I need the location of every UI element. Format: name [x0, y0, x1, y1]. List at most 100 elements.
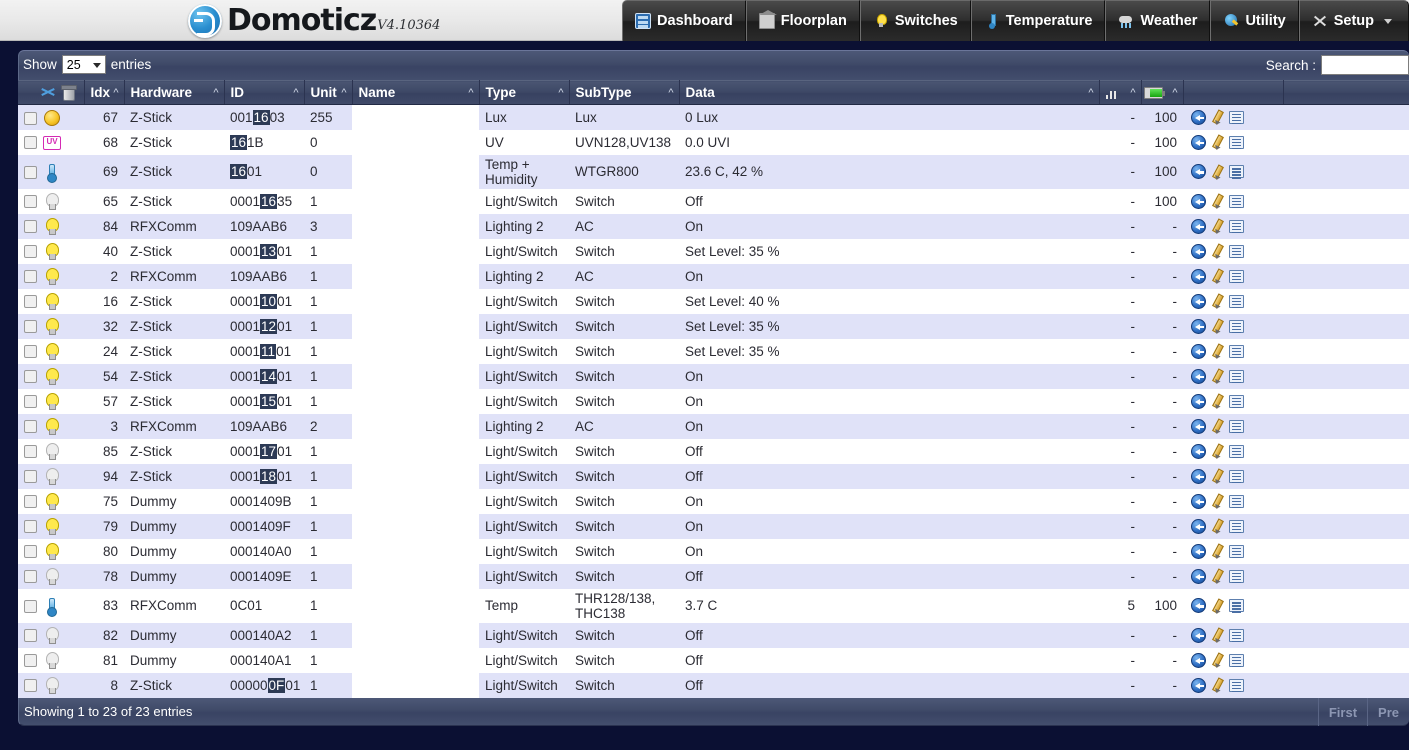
- col-signal[interactable]: ^: [1099, 80, 1142, 105]
- row-checkbox[interactable]: [24, 345, 37, 359]
- trash-icon[interactable]: [60, 85, 77, 102]
- row-checkbox-cell[interactable]: [18, 438, 40, 464]
- row-checkbox[interactable]: [24, 545, 37, 559]
- row-checkbox-cell[interactable]: [18, 363, 40, 389]
- log-list-icon[interactable]: [1229, 294, 1244, 308]
- edit-pencil-icon[interactable]: [1209, 627, 1226, 643]
- log-list-icon[interactable]: [1229, 599, 1244, 612]
- row-checkbox-cell[interactable]: [18, 538, 40, 564]
- nav-floorplan[interactable]: Floorplan: [745, 0, 860, 41]
- back-arrow-icon[interactable]: [1191, 343, 1206, 359]
- row-checkbox-cell[interactable]: [18, 288, 40, 314]
- log-list-icon[interactable]: [1229, 369, 1244, 383]
- nav-setup[interactable]: Setup: [1298, 0, 1409, 41]
- log-list-icon[interactable]: [1229, 269, 1244, 283]
- row-checkbox-cell[interactable]: [18, 463, 40, 489]
- edit-pencil-icon[interactable]: [1209, 109, 1226, 125]
- row-checkbox-cell[interactable]: [18, 188, 40, 214]
- log-list-icon[interactable]: [1229, 194, 1244, 208]
- back-arrow-icon[interactable]: [1191, 109, 1206, 125]
- log-list-icon[interactable]: [1229, 519, 1244, 533]
- table-row[interactable]: 84 RFXComm 109AAB6 3 Lighting 2 AC On - -: [18, 213, 1409, 239]
- back-arrow-icon[interactable]: [1191, 518, 1206, 534]
- back-arrow-icon[interactable]: [1191, 493, 1206, 509]
- row-checkbox[interactable]: [24, 599, 37, 613]
- row-checkbox-cell[interactable]: [18, 413, 40, 439]
- row-checkbox[interactable]: [24, 520, 37, 534]
- log-list-icon[interactable]: [1229, 653, 1244, 667]
- back-arrow-icon[interactable]: [1191, 164, 1206, 179]
- table-row[interactable]: 85 Z-Stick 00011701 1 Light/Switch Switch Off -…: [18, 438, 1409, 464]
- edit-pencil-icon[interactable]: [1209, 443, 1226, 459]
- row-checkbox-cell[interactable]: [18, 588, 40, 623]
- edit-pencil-icon[interactable]: [1209, 134, 1226, 150]
- row-checkbox-cell[interactable]: [18, 622, 40, 648]
- row-checkbox-cell[interactable]: [18, 388, 40, 414]
- back-arrow-icon[interactable]: [1191, 134, 1206, 150]
- row-checkbox-cell[interactable]: [18, 338, 40, 364]
- nav-temperature[interactable]: Temperature: [970, 0, 1106, 41]
- back-arrow-icon[interactable]: [1191, 677, 1206, 693]
- table-row[interactable]: 94 Z-Stick 00011801 1 Light/Switch Switch Off -…: [18, 463, 1409, 489]
- nav-weather[interactable]: Weather: [1105, 0, 1211, 41]
- row-checkbox[interactable]: [24, 320, 37, 334]
- edit-pencil-icon[interactable]: [1209, 598, 1226, 614]
- table-row[interactable]: 40 Z-Stick 00011301 1 Light/Switch Switch Set …: [18, 238, 1409, 264]
- log-list-icon[interactable]: [1229, 678, 1244, 692]
- row-checkbox[interactable]: [24, 420, 37, 434]
- table-row[interactable]: 2 RFXComm 109AAB6 1 Lighting 2 AC On - -: [18, 263, 1409, 289]
- row-checkbox[interactable]: [24, 270, 37, 284]
- back-arrow-icon[interactable]: [1191, 443, 1206, 459]
- row-checkbox-cell[interactable]: [18, 672, 40, 698]
- row-checkbox-cell[interactable]: [18, 263, 40, 289]
- edit-pencil-icon[interactable]: [1209, 468, 1226, 484]
- edit-pencil-icon[interactable]: [1209, 393, 1226, 409]
- col-data[interactable]: Data ^: [679, 80, 1100, 105]
- back-arrow-icon[interactable]: [1191, 418, 1206, 434]
- back-arrow-icon[interactable]: [1191, 243, 1206, 259]
- edit-pencil-icon[interactable]: [1209, 268, 1226, 284]
- row-checkbox-cell[interactable]: [18, 647, 40, 673]
- edit-pencil-icon[interactable]: [1209, 493, 1226, 509]
- back-arrow-icon[interactable]: [1191, 268, 1206, 284]
- table-row[interactable]: 3 RFXComm 109AAB6 2 Lighting 2 AC On - -: [18, 413, 1409, 439]
- edit-pencil-icon[interactable]: [1209, 243, 1226, 259]
- row-checkbox[interactable]: [24, 136, 37, 150]
- row-checkbox-cell[interactable]: [18, 513, 40, 539]
- back-arrow-icon[interactable]: [1191, 652, 1206, 668]
- table-row[interactable]: 75 Dummy 0001409B 1 Light/Switch Switch On - -: [18, 488, 1409, 514]
- row-checkbox[interactable]: [24, 165, 37, 179]
- page-first-button[interactable]: First: [1317, 698, 1367, 726]
- col-unit[interactable]: Unit ^: [304, 80, 353, 105]
- edit-pencil-icon[interactable]: [1209, 568, 1226, 584]
- row-checkbox[interactable]: [24, 445, 37, 459]
- log-list-icon[interactable]: [1229, 219, 1244, 233]
- col-type[interactable]: Type ^: [479, 80, 570, 105]
- back-arrow-icon[interactable]: [1191, 318, 1206, 334]
- back-arrow-icon[interactable]: [1191, 568, 1206, 584]
- nav-dashboard[interactable]: Dashboard: [622, 0, 746, 41]
- table-row[interactable]: 24 Z-Stick 00011101 1 Light/Switch Switch Set …: [18, 338, 1409, 364]
- log-list-icon[interactable]: [1229, 244, 1244, 258]
- edit-pencil-icon[interactable]: [1209, 677, 1226, 693]
- edit-pencil-icon[interactable]: [1209, 543, 1226, 559]
- row-checkbox[interactable]: [24, 570, 37, 584]
- row-checkbox[interactable]: [24, 220, 37, 234]
- back-arrow-icon[interactable]: [1191, 598, 1206, 613]
- back-arrow-icon[interactable]: [1191, 193, 1206, 209]
- table-row[interactable]: 83 RFXComm 0C01 1 Temp THR128/138, THC138 3.7 …: [18, 588, 1409, 623]
- page-length-select[interactable]: 25: [61, 55, 106, 74]
- row-checkbox[interactable]: [24, 679, 37, 693]
- table-row[interactable]: 69 Z-Stick 1601 0 Temp + Humidity WTGR800 23.6…: [18, 154, 1409, 189]
- log-list-icon[interactable]: [1229, 165, 1244, 178]
- back-arrow-icon[interactable]: [1191, 393, 1206, 409]
- edit-pencil-icon[interactable]: [1209, 343, 1226, 359]
- row-checkbox[interactable]: [24, 195, 37, 209]
- log-list-icon[interactable]: [1229, 569, 1244, 583]
- edit-pencil-icon[interactable]: [1209, 293, 1226, 309]
- row-checkbox[interactable]: [24, 470, 37, 484]
- log-list-icon[interactable]: [1229, 394, 1244, 408]
- table-row[interactable]: 32 Z-Stick 00011201 1 Light/Switch Switch Set …: [18, 313, 1409, 339]
- edit-pencil-icon[interactable]: [1209, 418, 1226, 434]
- row-checkbox-cell[interactable]: [18, 238, 40, 264]
